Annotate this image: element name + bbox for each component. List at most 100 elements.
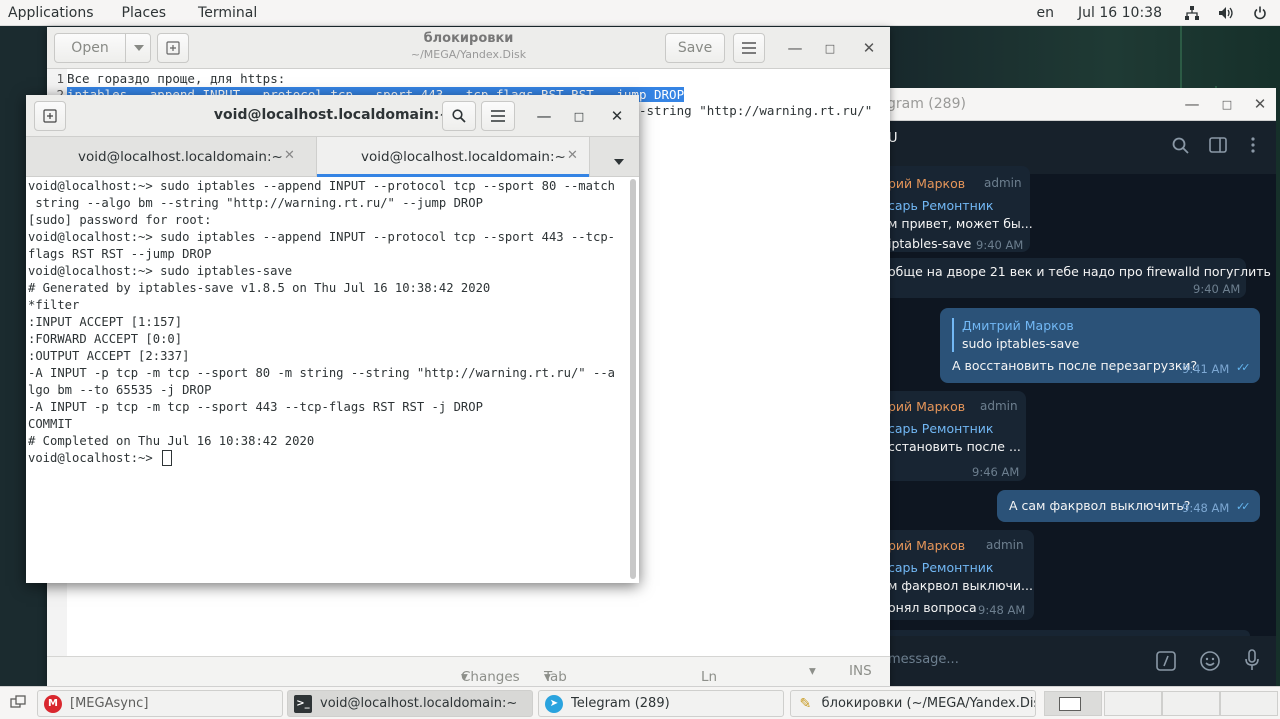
minimize-icon[interactable]: — — [785, 38, 805, 58]
chevron-down-icon[interactable]: ▾ — [809, 663, 816, 679]
sidebar-toggle-icon[interactable] — [1209, 137, 1227, 157]
message-author[interactable]: рий Марков — [888, 399, 965, 414]
applications-menu[interactable]: Applications — [0, 5, 106, 21]
reply-preview[interactable]: sudo iptables-save — [962, 336, 1079, 351]
reply-preview[interactable]: м привет, может бы... — [888, 216, 1033, 231]
hamburger-menu-button[interactable] — [481, 101, 515, 131]
maximize-icon[interactable]: □ — [820, 38, 840, 58]
hamburger-menu-button[interactable] — [733, 33, 765, 63]
microphone-icon[interactable] — [1244, 649, 1260, 675]
save-button[interactable]: Save — [665, 33, 725, 63]
tab-label: void@localhost.localdomain:~ — [361, 149, 566, 165]
message-time: 9:48 AM — [978, 603, 1026, 617]
insert-mode[interactable]: INS — [849, 663, 872, 679]
message-bubble[interactable]: обще на дворе 21 век и тебе надо про fir… — [870, 258, 1271, 298]
terminal-line: void@localhost:~> sudo iptables --append… — [28, 230, 615, 244]
terminal-line: flags RST RST --jump DROP — [28, 247, 212, 261]
line-text: -string "http://warning.rt.ru/" — [639, 103, 873, 118]
message-author[interactable]: рий Марков — [888, 538, 965, 553]
terminal-line: :OUTPUT ACCEPT [2:337] — [28, 349, 190, 363]
message-time: 9:46 AM — [972, 465, 1020, 479]
terminal-line: void@localhost:~> sudo iptables --append… — [28, 179, 615, 193]
line-number: 1 — [56, 71, 64, 86]
telegram-window[interactable]: gram (289) — □ ✕ U рий Марков admin сарь… — [870, 88, 1276, 686]
places-menu[interactable]: Places — [106, 5, 179, 21]
taskbar-item-label: void@localhost.localdomain:~ — [320, 696, 518, 711]
terminal-output[interactable]: void@localhost:~> sudo iptables --append… — [26, 177, 639, 583]
message-bubble[interactable]: рий Марков admin сарь Ремонтник м привет… — [870, 166, 1033, 252]
message-author[interactable]: рий Марков — [888, 176, 965, 191]
message-list[interactable]: рий Марков admin сарь Ремонтник м привет… — [870, 166, 1276, 642]
workspace-window-preview — [1059, 697, 1081, 711]
close-icon[interactable]: ✕ — [859, 38, 879, 58]
close-tab-icon[interactable]: ✕ — [284, 148, 295, 163]
editor-line[interactable]: 1 Все гораздо проще, для https: — [47, 71, 285, 87]
maximize-icon[interactable]: □ — [1217, 94, 1237, 114]
message-input[interactable]: message... — [888, 652, 959, 667]
reply-preview[interactable]: м факрвол выключи... — [888, 578, 1033, 593]
emoji-icon[interactable] — [1199, 650, 1221, 676]
chevron-down-icon: ▾ — [461, 669, 468, 685]
clock[interactable]: Jul 16 10:38 — [1078, 5, 1162, 21]
message-text: А сам факрвол выключить? — [1009, 498, 1191, 513]
read-checks-icon: ✓✓ — [1236, 500, 1251, 513]
message-composer[interactable]: message... — [870, 636, 1276, 686]
taskbar-item-gedit[interactable]: ✎ блокировки (~/MEGA/Yandex.Dis... — [790, 690, 1036, 717]
terminal-scrollbar[interactable] — [630, 179, 636, 579]
workspace-2[interactable] — [1104, 691, 1162, 716]
minimize-icon[interactable]: — — [1182, 94, 1202, 114]
changes-label: Changes — [461, 669, 520, 685]
workspace-1[interactable] — [1044, 691, 1102, 716]
show-desktop-icon[interactable] — [10, 695, 26, 715]
message-bubble[interactable]: рий Марков admin сарь Ремонтник сстанови… — [870, 391, 1026, 481]
terminal-prompt-line[interactable]: void@localhost:~> — [28, 450, 173, 467]
search-icon — [452, 109, 466, 123]
message-text: онял вопроса — [888, 600, 977, 615]
reply-preview[interactable]: сстановить после ... — [888, 439, 1021, 454]
terminal-tab-active[interactable]: void@localhost.localdomain:~ ✕ — [316, 137, 590, 177]
gedit-statusbar: Changes ▾ Tab Width: 8 ▾ Ln 2, Col 1 ▾ I… — [47, 656, 890, 719]
more-vertical-icon[interactable] — [1250, 136, 1256, 158]
message-bubble-outgoing[interactable]: А сам факрвол выключить? 9:48 AM ✓✓ — [997, 490, 1260, 522]
message-time: 9:48 AM — [1182, 501, 1230, 515]
message-text: А восстановить после перезагрузки? — [952, 358, 1198, 373]
taskbar-item-telegram[interactable]: ➤ Telegram (289) — [538, 690, 784, 717]
workspace-3[interactable] — [1162, 691, 1220, 716]
editor-line[interactable]: -string "http://warning.rt.ru/" — [639, 103, 872, 119]
gedit-icon: ✎ — [799, 695, 812, 712]
volume-icon[interactable] — [1218, 5, 1234, 21]
terminal-tab[interactable]: void@localhost.localdomain:~ ✕ — [26, 137, 316, 177]
message-bubble[interactable]: рий Марков admin сарь Ремонтник м факрво… — [870, 530, 1034, 620]
message-bubble-outgoing[interactable]: Дмитрий Марков sudo iptables-save А восс… — [940, 308, 1260, 383]
author-role: admin — [984, 176, 1022, 190]
reply-author[interactable]: сарь Ремонтник — [888, 560, 993, 575]
terminal-line: :INPUT ACCEPT [1:157] — [28, 315, 183, 329]
telegram-icon: ➤ — [545, 694, 563, 713]
taskbar-item-label: Telegram (289) — [571, 696, 670, 711]
tabs-menu-icon[interactable] — [614, 153, 624, 169]
taskbar-item-terminal[interactable]: >_ void@localhost.localdomain:~ — [287, 690, 533, 717]
reply-author[interactable]: сарь Ремонтник — [888, 198, 993, 213]
tab-label: void@localhost.localdomain:~ — [78, 149, 283, 165]
keyboard-layout[interactable]: en — [1037, 5, 1055, 21]
top-bar: Applications Places Terminal en Jul 16 1… — [0, 0, 1280, 26]
minimize-icon[interactable]: — — [534, 106, 554, 126]
taskbar-item-megasync[interactable]: M [MEGAsync] — [37, 690, 283, 717]
reply-author[interactable]: сарь Ремонтник — [888, 421, 993, 436]
close-icon[interactable]: ✕ — [607, 106, 627, 126]
terminal-line: [sudo] password for root: — [28, 213, 212, 227]
terminal-window[interactable]: void@localhost.localdomain:~ — □ ✕ void@… — [26, 95, 639, 583]
search-icon[interactable] — [1172, 137, 1190, 159]
maximize-icon[interactable]: □ — [569, 106, 589, 126]
search-button[interactable] — [442, 101, 476, 131]
commands-icon[interactable] — [1156, 651, 1176, 675]
hamburger-icon — [742, 42, 756, 54]
close-icon[interactable]: ✕ — [1250, 94, 1270, 114]
workspace-4[interactable] — [1220, 691, 1278, 716]
network-icon[interactable] — [1184, 5, 1200, 21]
close-tab-icon[interactable]: ✕ — [567, 148, 578, 163]
power-icon[interactable] — [1252, 5, 1268, 21]
terminal-line: *filter — [28, 298, 80, 312]
terminal-app-menu[interactable]: Terminal — [178, 5, 269, 21]
reply-author[interactable]: Дмитрий Марков — [962, 318, 1074, 333]
